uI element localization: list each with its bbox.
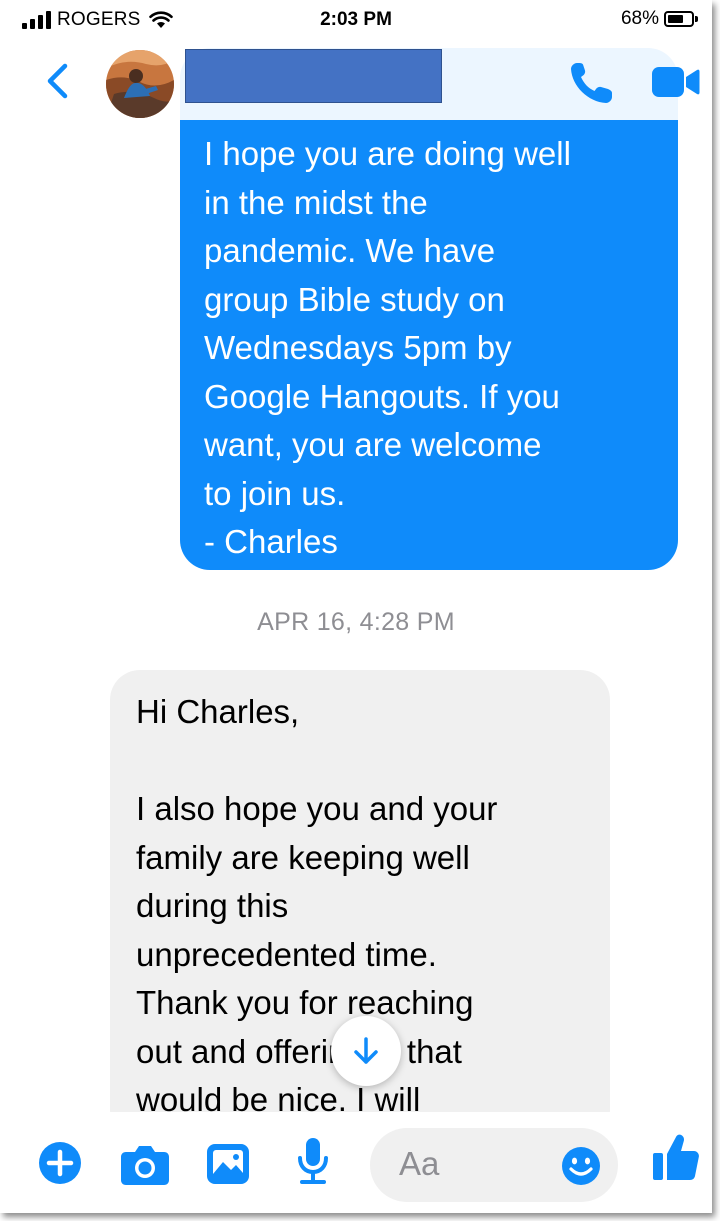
contact-avatar[interactable] xyxy=(106,50,174,118)
battery-icon xyxy=(664,11,694,27)
video-call-button[interactable] xyxy=(650,64,700,105)
chevron-left-icon xyxy=(47,63,68,99)
battery-percentage: 68% xyxy=(620,8,659,29)
status-time: 2:03 PM xyxy=(320,9,392,30)
battery-cap xyxy=(695,16,698,22)
avatar-photo xyxy=(106,50,174,118)
thumbs-up-icon xyxy=(653,1134,699,1180)
gallery-button[interactable] xyxy=(205,1142,251,1191)
message-timestamp: APR 16, 4:28 PM xyxy=(257,608,455,636)
video-camera-icon xyxy=(652,67,700,97)
back-button[interactable] xyxy=(44,62,70,105)
redacted-contact-name xyxy=(185,49,442,103)
voice-message-button[interactable] xyxy=(296,1136,330,1193)
message-composer: Aa xyxy=(0,1112,712,1213)
arrow-down-icon xyxy=(354,1037,378,1064)
conversation-header xyxy=(0,42,712,120)
microphone-icon xyxy=(298,1138,328,1184)
messenger-screen: I hope you are doing well in the midst t… xyxy=(0,0,712,1213)
scroll-to-bottom-button[interactable] xyxy=(331,1016,401,1086)
camera-icon xyxy=(121,1146,169,1185)
phone-icon xyxy=(571,63,612,103)
plus-icon xyxy=(39,1142,81,1184)
status-bar: ROGERS 2:03 PM 68% xyxy=(0,0,712,42)
outgoing-message-bubble[interactable]: I hope you are doing well in the midst t… xyxy=(180,48,678,570)
message-input[interactable]: Aa xyxy=(370,1128,618,1202)
camera-button[interactable] xyxy=(120,1144,170,1191)
like-button[interactable] xyxy=(652,1132,700,1187)
battery-level-fill xyxy=(668,15,683,23)
emoji-icon xyxy=(562,1147,600,1185)
more-actions-button[interactable] xyxy=(38,1141,82,1190)
audio-call-button[interactable] xyxy=(568,60,618,111)
image-icon xyxy=(207,1144,249,1184)
message-input-placeholder: Aa xyxy=(399,1145,440,1182)
emoji-button[interactable] xyxy=(561,1146,601,1191)
